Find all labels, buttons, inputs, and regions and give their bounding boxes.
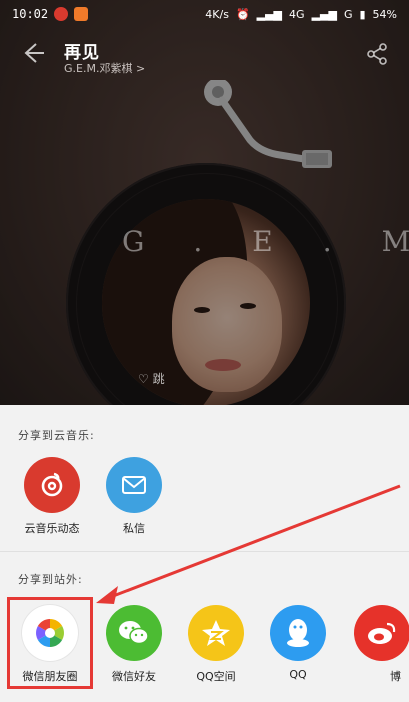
battery-icon: ▮ <box>359 7 366 21</box>
section-label-external: 分享到站外: <box>18 573 83 586</box>
share-item-wechat-friends[interactable]: 微信好友 <box>94 605 174 684</box>
back-button[interactable] <box>20 40 46 70</box>
heart-icon: ♡ <box>138 372 149 386</box>
share-item-label: QQ空间 <box>196 670 236 683</box>
back-arrow-icon <box>24 43 44 63</box>
share-button[interactable] <box>365 42 389 70</box>
section-divider <box>0 551 409 552</box>
share-item-qq[interactable]: QQ <box>258 605 338 681</box>
status-bar: 10:02 4K/s ⏰ ▂▄▆ 4G ▂▄▆ G ▮ 54% <box>0 0 409 28</box>
wechat-icon <box>106 605 162 661</box>
cover-text: G.E.M <box>122 225 409 258</box>
alarm-icon: ⏰ <box>235 7 250 21</box>
share-item-label: QQ <box>289 668 307 681</box>
beat-indicator[interactable]: ♡ 跳 <box>138 370 165 387</box>
share-item-private-message[interactable]: 私信 <box>94 457 174 536</box>
share-icon <box>367 43 387 65</box>
netease-music-icon <box>24 457 80 513</box>
share-item-label: 私信 <box>123 522 145 535</box>
qq-icon <box>270 605 326 661</box>
share-item-cloud-music-feed[interactable]: 云音乐动态 <box>12 457 92 536</box>
signal-icon: ▂▄▆ <box>256 7 283 21</box>
network-type: 4G <box>289 7 305 21</box>
signal-icon-2: ▂▄▆ <box>311 7 337 21</box>
share-item-weibo[interactable]: 博 <box>340 605 409 684</box>
netease-notification-icon <box>54 7 69 21</box>
artist-link[interactable]: G.E.M.邓紫棋 > <box>64 60 145 76</box>
share-item-label: 微信好友 <box>112 670 156 683</box>
player-header: 再见 G.E.M.邓紫棋 > <box>0 30 409 90</box>
section-label-internal: 分享到云音乐: <box>18 429 95 442</box>
carrier: G <box>343 7 353 21</box>
clock: 10:02 <box>12 7 49 21</box>
beat-label: 跳 <box>152 372 165 386</box>
app-notification-icon <box>74 7 89 21</box>
weibo-icon <box>354 605 409 661</box>
qzone-icon <box>188 605 244 661</box>
share-item-label: 博 <box>390 670 401 683</box>
share-item-label: 云音乐动态 <box>24 522 80 535</box>
highlight-box <box>7 597 93 689</box>
share-item-qzone[interactable]: QQ空间 <box>176 605 256 684</box>
mail-icon <box>106 457 162 513</box>
battery-level: 54% <box>372 7 397 21</box>
network-speed: 4K/s <box>205 7 229 21</box>
